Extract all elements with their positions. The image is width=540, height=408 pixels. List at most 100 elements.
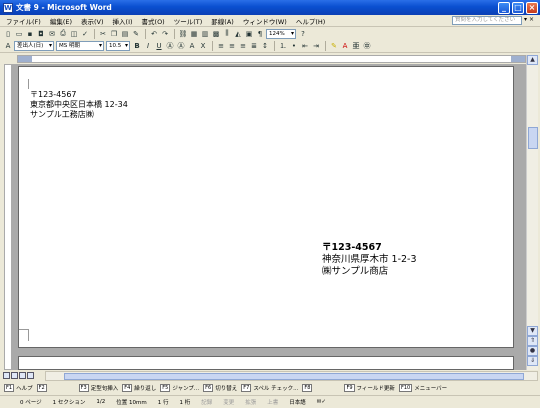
outline-view-icon[interactable] (27, 372, 34, 379)
undo-icon[interactable]: ↶ (149, 29, 159, 39)
horizontal-scrollbar[interactable] (45, 370, 538, 381)
zoom-select[interactable]: 124% (266, 28, 296, 39)
print-preview-icon[interactable]: ◫ (69, 29, 79, 39)
scroll-up-button[interactable]: ▲ (527, 55, 538, 65)
email-icon[interactable]: ✉ (47, 29, 57, 39)
menu-help[interactable]: ヘルプ(H) (296, 16, 325, 26)
menu-table[interactable]: 罫線(A) (211, 16, 234, 26)
format-painter-icon[interactable]: ✎ (131, 29, 141, 39)
status-ovr[interactable]: 上書 (267, 398, 278, 406)
char-shading-icon[interactable]: A (187, 41, 197, 51)
cut-icon[interactable]: ✂ (98, 29, 108, 39)
document-map-icon[interactable]: ▣ (244, 29, 254, 39)
insert-excel-icon[interactable]: ▩ (211, 29, 221, 39)
italic-icon[interactable]: I (143, 41, 153, 51)
fkey-f7[interactable]: F7 スペル チェック... (241, 383, 298, 392)
print-layout-icon[interactable] (19, 372, 26, 379)
align-justify-icon[interactable]: ≡ (216, 41, 226, 51)
menu-tools[interactable]: ツール(T) (174, 16, 203, 26)
status-rec[interactable]: 記録 (201, 398, 212, 406)
highlight-icon[interactable]: ✎ (329, 41, 339, 51)
previous-page-button[interactable]: ⇑ (527, 336, 538, 346)
maximize-button[interactable]: □ (512, 1, 524, 14)
enclosed-char-icon[interactable]: ㊥ (362, 41, 372, 51)
styles-icon[interactable]: A (3, 41, 13, 51)
scroll-thumb[interactable] (528, 127, 538, 149)
hyperlink-icon[interactable]: ⛓ (178, 29, 188, 39)
menu-view[interactable]: 表示(V) (81, 16, 104, 26)
recipient-block[interactable]: 〒123-4567 神奈川県厚木市 1-2-3 ㈱サンプル商店 (322, 242, 417, 278)
underline-icon[interactable]: U (154, 41, 164, 51)
word-app-icon[interactable]: W (3, 2, 13, 13)
columns-icon[interactable]: ⫼ (222, 29, 232, 39)
numbering-icon[interactable]: ⒈ (278, 41, 288, 51)
align-center-icon[interactable]: ≡ (227, 41, 237, 51)
envelope-page[interactable]: 〒123-4567 東京都中央区日本橋 12-34 サンプル工務店㈱ 〒123-… (18, 66, 514, 348)
menu-insert[interactable]: 挿入(I) (113, 16, 133, 26)
browse-object-button[interactable]: ● (527, 346, 538, 356)
minimize-button[interactable]: _ (498, 1, 510, 14)
status-position: 位置 10mm (116, 400, 147, 406)
bullets-icon[interactable]: • (289, 41, 299, 51)
decrease-indent-icon[interactable]: ⇤ (300, 41, 310, 51)
font-size-select[interactable]: 10.5 (106, 41, 130, 51)
fkey-f4[interactable]: F4 繰り返し (122, 383, 156, 392)
enclose-char-icon[interactable]: Ⓐ (165, 41, 175, 51)
horizontal-scroll-thumb[interactable] (64, 372, 524, 380)
web-layout-icon[interactable] (11, 372, 18, 379)
open-folder-icon[interactable]: ▭ (14, 29, 24, 39)
vertical-ruler[interactable] (4, 64, 12, 370)
menu-edit[interactable]: 編集(E) (50, 16, 72, 26)
permission-icon[interactable]: ◘ (36, 29, 46, 39)
vertical-scrollbar[interactable]: ▲ ▼ ⇑ ● ⇓ (526, 55, 538, 370)
align-right-icon[interactable]: ≡ (238, 41, 248, 51)
fkey-f5[interactable]: F5 ジャンプ... (160, 383, 199, 392)
font-select[interactable]: MS 明朝 (56, 41, 104, 51)
char-border-icon[interactable]: Ⓐ (176, 41, 186, 51)
paste-icon[interactable]: ▤ (120, 29, 130, 39)
sender-block[interactable]: 〒123-4567 東京都中央区日本橋 12-34 サンプル工務店㈱ (30, 90, 128, 120)
spelling-status-icon[interactable]: ✉✓ (317, 399, 326, 405)
scroll-down-button[interactable]: ▼ (527, 326, 538, 336)
save-icon[interactable]: ▪ (25, 29, 35, 39)
next-page-button[interactable]: ⇓ (527, 356, 538, 366)
normal-view-icon[interactable] (3, 372, 10, 379)
menu-file[interactable]: ファイル(F) (6, 16, 41, 26)
fkey-f8[interactable]: F8 (302, 383, 314, 392)
menu-format[interactable]: 書式(O) (142, 16, 165, 26)
status-trk[interactable]: 変更 (223, 398, 234, 406)
char-scale-icon[interactable]: X (198, 41, 208, 51)
new-document-icon[interactable]: ▯ (3, 29, 13, 39)
horizontal-ruler[interactable] (17, 55, 526, 63)
insert-table-icon[interactable]: ▥ (200, 29, 210, 39)
fkey-f9[interactable]: F9 フィールド更新 (344, 383, 395, 392)
fkey-number: F10 (398, 383, 413, 392)
help-icon[interactable]: ? (298, 29, 308, 39)
fkey-f6[interactable]: F6 切り替え (203, 383, 237, 392)
tables-borders-icon[interactable]: ▦ (189, 29, 199, 39)
show-hide-icon[interactable]: ¶ (255, 29, 265, 39)
next-page[interactable] (18, 356, 514, 370)
menu-window[interactable]: ウィンドウ(W) (243, 16, 287, 26)
status-ext[interactable]: 拡張 (245, 398, 256, 406)
close-button[interactable]: × (526, 1, 538, 14)
increase-indent-icon[interactable]: ⇥ (311, 41, 321, 51)
status-language[interactable]: 日本語 (289, 398, 306, 406)
redo-icon[interactable]: ↷ (160, 29, 170, 39)
drawing-icon[interactable]: ◭ (233, 29, 243, 39)
copy-icon[interactable]: ❐ (109, 29, 119, 39)
distribute-icon[interactable]: ≣ (249, 41, 259, 51)
fkey-f3[interactable]: F3 定型句挿入 (78, 383, 118, 392)
font-color-icon[interactable]: A (340, 41, 350, 51)
spelling-icon[interactable]: ✓ (80, 29, 90, 39)
line-spacing-icon[interactable]: ↕ (260, 41, 270, 51)
fkey-f1[interactable]: F1 ヘルプ (4, 383, 33, 392)
print-icon[interactable]: ⎙ (58, 29, 68, 39)
fkey-f2[interactable]: F2 (36, 383, 49, 392)
close-document-icon[interactable]: ▾ × (524, 16, 534, 23)
ask-question-input[interactable]: 質問を入力してください (452, 16, 522, 25)
style-select[interactable]: 差出人(日) (14, 41, 54, 51)
bold-icon[interactable]: B (132, 41, 142, 51)
phonetic-guide-icon[interactable]: 亜 (351, 41, 361, 51)
fkey-f10[interactable]: F10 メニューバー (398, 383, 447, 392)
